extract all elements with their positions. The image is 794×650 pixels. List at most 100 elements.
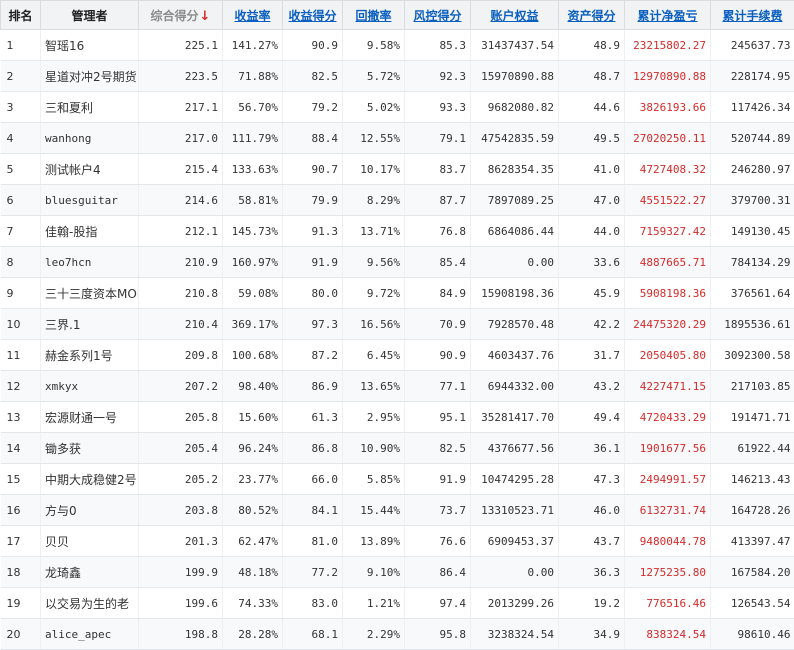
cell-manager: xmkyx (41, 371, 139, 402)
cell-rank: 12 (1, 371, 41, 402)
column-header-return-rate: 收益率 (223, 1, 283, 30)
cell-asset-score: 44.0 (559, 216, 625, 247)
cell-equity: 4603437.76 (471, 340, 559, 371)
cell-rank: 14 (1, 433, 41, 464)
cell-equity: 31437437.54 (471, 30, 559, 61)
cell-return-rate: 160.97% (223, 247, 283, 278)
cell-drawdown: 1.21% (343, 588, 405, 619)
table-row: 2星道对冲2号期货223.571.88%82.55.72%92.31597089… (1, 61, 794, 92)
cell-return-rate: 100.68% (223, 340, 283, 371)
cell-cum-fee: 191471.71 (711, 402, 794, 433)
cell-asset-score: 36.3 (559, 557, 625, 588)
cell-composite: 210.8 (139, 278, 223, 309)
cell-composite: 225.1 (139, 30, 223, 61)
sort-by-risk-score-link[interactable]: 风控得分 (413, 9, 461, 23)
cell-cum-fee: 167584.20 (711, 557, 794, 588)
sort-by-cum-fee-link[interactable]: 累计手续费 (722, 9, 782, 23)
cell-cum-fee: 379700.31 (711, 185, 794, 216)
cell-composite: 201.3 (139, 526, 223, 557)
cell-cum-pnl: 12970890.88 (625, 61, 711, 92)
cell-return-score: 80.0 (283, 278, 343, 309)
table-row: 5测试帐户4215.4133.63%90.710.17%83.78628354.… (1, 154, 794, 185)
cell-asset-score: 43.2 (559, 371, 625, 402)
cell-cum-pnl: 6132731.74 (625, 495, 711, 526)
cell-cum-fee: 784134.29 (711, 247, 794, 278)
sort-descending-icon: ↓ (200, 9, 211, 24)
cell-equity: 7928570.48 (471, 309, 559, 340)
cell-risk-score: 77.1 (405, 371, 471, 402)
cell-cum-pnl: 1901677.56 (625, 433, 711, 464)
cell-asset-score: 48.9 (559, 30, 625, 61)
ranking-table: 排名管理者综合得分↓ 收益率 收益得分 回撤率 风控得分 账户权益 资产得分 累计净盈亏 累计手… (0, 0, 794, 650)
cell-asset-score: 19.2 (559, 588, 625, 619)
sort-by-cum-pnl-link[interactable]: 累计净盈亏 (637, 9, 697, 23)
cell-manager: leo7hcn (41, 247, 139, 278)
cell-risk-score: 73.7 (405, 495, 471, 526)
table-row: 18龙琦鑫199.948.18%77.29.10%86.40.0036.3127… (1, 557, 794, 588)
cell-equity: 9682080.82 (471, 92, 559, 123)
cell-cum-fee: 3092300.58 (711, 340, 794, 371)
sort-by-drawdown-link[interactable]: 回撤率 (355, 9, 391, 23)
cell-asset-score: 49.4 (559, 402, 625, 433)
table-row: 9三十三度资本MOM210.859.08%80.09.72%84.9159081… (1, 278, 794, 309)
cell-cum-fee: 61922.44 (711, 433, 794, 464)
cell-cum-fee: 146213.43 (711, 464, 794, 495)
column-header-composite[interactable]: 综合得分↓ (139, 1, 223, 30)
cell-return-rate: 369.17% (223, 309, 283, 340)
cell-equity: 35281417.70 (471, 402, 559, 433)
cell-cum-fee: 245637.73 (711, 30, 794, 61)
cell-rank: 13 (1, 402, 41, 433)
table-row: 19以交易为生的老199.674.33%83.01.21%97.42013299… (1, 588, 794, 619)
cell-asset-score: 48.7 (559, 61, 625, 92)
cell-rank: 5 (1, 154, 41, 185)
cell-return-rate: 145.73% (223, 216, 283, 247)
cell-manager: 测试帐户4 (41, 154, 139, 185)
cell-cum-fee: 228174.95 (711, 61, 794, 92)
cell-equity: 10474295.28 (471, 464, 559, 495)
cell-return-rate: 56.70% (223, 92, 283, 123)
table-row: 8leo7hcn210.9160.97%91.99.56%85.40.0033.… (1, 247, 794, 278)
cell-rank: 7 (1, 216, 41, 247)
cell-equity: 0.00 (471, 557, 559, 588)
cell-return-score: 90.9 (283, 30, 343, 61)
cell-asset-score: 44.6 (559, 92, 625, 123)
cell-equity: 3238324.54 (471, 619, 559, 650)
column-header-rank: 排名 (1, 1, 41, 30)
cell-return-rate: 133.63% (223, 154, 283, 185)
cell-rank: 6 (1, 185, 41, 216)
cell-return-score: 90.7 (283, 154, 343, 185)
column-header-manager: 管理者 (41, 1, 139, 30)
cell-drawdown: 13.89% (343, 526, 405, 557)
cell-rank: 20 (1, 619, 41, 650)
cell-composite: 210.9 (139, 247, 223, 278)
sort-by-equity-link[interactable]: 账户权益 (490, 9, 538, 23)
cell-rank: 19 (1, 588, 41, 619)
sort-by-return-rate-link[interactable]: 收益率 (234, 9, 270, 23)
sort-by-asset-score-link[interactable]: 资产得分 (567, 9, 615, 23)
cell-rank: 2 (1, 61, 41, 92)
cell-risk-score: 95.1 (405, 402, 471, 433)
cell-cum-pnl: 5908198.36 (625, 278, 711, 309)
cell-asset-score: 47.0 (559, 185, 625, 216)
cell-equity: 15970890.88 (471, 61, 559, 92)
cell-composite: 215.4 (139, 154, 223, 185)
cell-rank: 3 (1, 92, 41, 123)
cell-composite: 199.6 (139, 588, 223, 619)
sort-by-return-score-link[interactable]: 收益得分 (288, 9, 336, 23)
cell-cum-pnl: 4227471.15 (625, 371, 711, 402)
cell-asset-score: 45.9 (559, 278, 625, 309)
cell-rank: 15 (1, 464, 41, 495)
cell-manager: 锄多获 (41, 433, 139, 464)
column-header-cum-pnl: 累计净盈亏 (625, 1, 711, 30)
cell-drawdown: 12.55% (343, 123, 405, 154)
cell-cum-pnl: 2494991.57 (625, 464, 711, 495)
cell-return-rate: 96.24% (223, 433, 283, 464)
cell-manager: 宏源财通一号 (41, 402, 139, 433)
cell-return-score: 91.3 (283, 216, 343, 247)
cell-cum-fee: 98610.46 (711, 619, 794, 650)
cell-rank: 18 (1, 557, 41, 588)
cell-cum-fee: 520744.89 (711, 123, 794, 154)
cell-return-score: 87.2 (283, 340, 343, 371)
cell-return-score: 91.9 (283, 247, 343, 278)
cell-rank: 8 (1, 247, 41, 278)
